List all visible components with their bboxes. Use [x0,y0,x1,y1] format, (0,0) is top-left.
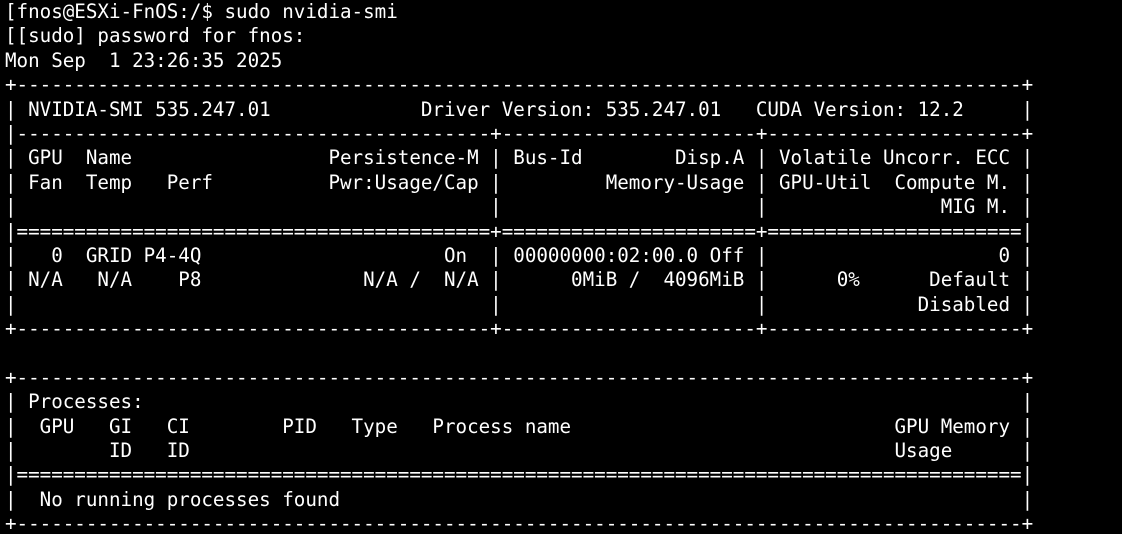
gpu-table-separator: |---------------------------------------… [5,121,1034,145]
process-table-bottom-border: +---------------------------------------… [5,512,1034,534]
gpu-table-version-row: | NVIDIA-SMI 535.247.01 Driver Version: … [5,97,1034,121]
process-table-empty-row: | No running processes found | [5,487,1034,511]
gpu-table-bottom-border: +---------------------------------------… [5,317,1034,341]
gpu-table-header-row-1: | GPU Name Persistence-M | Bus-Id Disp.A… [5,146,1034,170]
gpu-table-data-row-3: | | | Disabled | [5,292,1034,316]
terminal-window[interactable]: [fnos@ESXi-FnOS:/$ sudo nvidia-smi [[sud… [0,0,1122,534]
gpu-table-top-border: +---------------------------------------… [5,73,1034,97]
gpu-table-header-row-2: | Fan Temp Perf Pwr:Usage/Cap | Memory-U… [5,170,1034,194]
gpu-table-header-divider: |=======================================… [5,219,1034,243]
process-table-top-border: +---------------------------------------… [5,365,1034,389]
gpu-table-data-row-1: | 0 GRID P4-4Q On | 00000000:02:00.0 Off… [5,243,1034,267]
terminal-line-command: [fnos@ESXi-FnOS:/$ sudo nvidia-smi [5,0,398,23]
terminal-line-timestamp: Mon Sep 1 23:26:35 2025 [5,48,283,72]
process-table-header-divider: |=======================================… [5,463,1034,487]
terminal-line-sudo-prompt: [[sudo] password for fnos: [5,24,306,48]
process-table-title-row: | Processes: | [5,390,1034,414]
process-table-header-row-1: | GPU GI CI PID Type Process name GPU Me… [5,414,1034,438]
gpu-table-data-row-2: | N/A N/A P8 N/A / N/A | 0MiB / 4096MiB … [5,268,1034,292]
process-table-header-row-2: | ID ID Usage | [5,439,1034,463]
gpu-table-header-row-3: | | | MIG M. | [5,195,1034,219]
